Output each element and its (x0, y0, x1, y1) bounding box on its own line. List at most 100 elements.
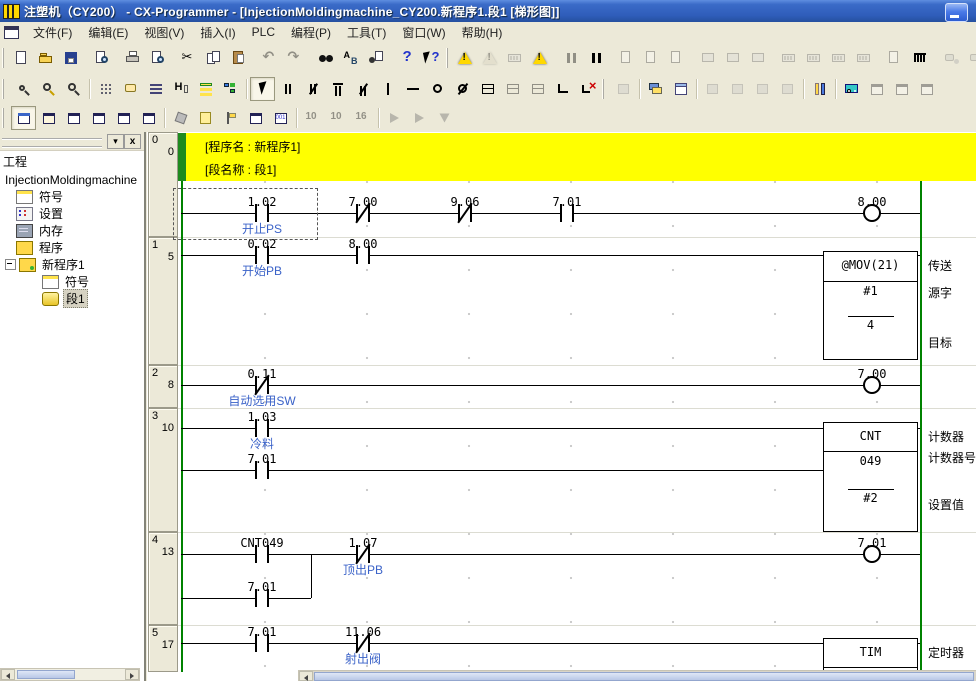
line-delete-button[interactable] (575, 77, 600, 101)
diff-monitor-button[interactable] (745, 46, 770, 70)
monitor-mode-button[interactable] (826, 46, 851, 70)
io-comment-button[interactable] (168, 106, 193, 130)
select-tool-button[interactable] (250, 77, 275, 101)
instruction-block[interactable]: CNT049#2 (823, 422, 918, 532)
scrollbar-thumb[interactable] (314, 672, 974, 681)
new-coil-button[interactable] (425, 77, 450, 101)
go-forward-button[interactable] (407, 106, 432, 130)
set-value-button[interactable] (750, 77, 775, 101)
new-instruction-button[interactable] (475, 77, 500, 101)
change-all-button[interactable] (363, 46, 388, 70)
rung-margin-cell[interactable]: 413 (148, 532, 178, 625)
tree-item-programs[interactable]: 程序 (16, 239, 142, 256)
new-contact-button[interactable] (275, 77, 300, 101)
scroll-left-button[interactable] (1, 669, 15, 680)
print-button[interactable] (120, 46, 145, 70)
tree-item-program-symbols[interactable]: 符号 (42, 273, 142, 290)
work-online-button[interactable] (614, 46, 639, 70)
transfer-2-button[interactable] (963, 46, 976, 70)
program-mode-button[interactable] (776, 46, 801, 70)
redo-button[interactable] (282, 46, 307, 70)
upload-button[interactable] (664, 46, 689, 70)
find-button[interactable] (313, 46, 338, 70)
scroll-right-button[interactable] (125, 669, 139, 680)
zoom-in-button[interactable] (61, 77, 86, 101)
instruction-block[interactable]: TIM045 (823, 638, 918, 672)
watch-window-button[interactable] (839, 77, 864, 101)
zoom-out-button[interactable] (11, 77, 36, 101)
cross-reference-button[interactable] (914, 77, 939, 101)
tree-expander-minus[interactable] (5, 259, 16, 270)
comment-toggle-button[interactable] (118, 77, 143, 101)
menu-item-4[interactable]: 插入(I) (192, 22, 243, 43)
copy-button[interactable] (201, 46, 226, 70)
mdi-child-icon[interactable] (4, 26, 19, 39)
instruction-block[interactable]: @MOV(21)#14 (823, 251, 918, 360)
ladder-view-button[interactable] (907, 46, 932, 70)
scroll-left-button[interactable] (299, 671, 313, 681)
new-file-button[interactable] (8, 46, 33, 70)
force-cancel-button[interactable] (775, 77, 800, 101)
io-table-button[interactable] (668, 77, 693, 101)
rung-comment-banner[interactable]: [程序名 : 新程序1][段名称 : 段1] (178, 133, 976, 181)
step-run-button[interactable] (882, 46, 907, 70)
open-file-button[interactable] (33, 46, 58, 70)
online-edit-button[interactable] (502, 46, 527, 70)
scrollbar-thumb[interactable] (17, 670, 75, 679)
pause-button[interactable] (583, 46, 608, 70)
symbol-table-button[interactable] (193, 106, 218, 130)
go-to-rung-button[interactable] (432, 106, 457, 130)
compile-all-button[interactable] (477, 46, 502, 70)
new-closed-coil-button[interactable] (450, 77, 475, 101)
replace-button[interactable] (338, 46, 363, 70)
pause-marker-button[interactable] (558, 46, 583, 70)
menu-item-7[interactable]: 工具(T) (339, 22, 394, 43)
cut-button[interactable] (176, 46, 201, 70)
rung-annotation-button[interactable] (143, 77, 168, 101)
hex-button[interactable] (350, 106, 375, 130)
tree-item-memory[interactable]: 内存 (16, 222, 142, 239)
run-mode-button[interactable] (851, 46, 876, 70)
new-closed-contact-button[interactable] (300, 77, 325, 101)
rung-margin-cell[interactable]: 28 (148, 365, 178, 408)
workspace-close-button[interactable]: x (124, 134, 141, 149)
menu-item-1[interactable]: 文件(F) (25, 22, 80, 43)
menu-item-9[interactable]: 帮助(H) (454, 22, 511, 43)
reference-toggle-button[interactable] (86, 106, 111, 130)
tree-item-new-program-1[interactable]: 新程序1 (5, 256, 142, 273)
monitor-io-button[interactable] (168, 77, 193, 101)
address-reference-button[interactable] (807, 77, 832, 101)
download-button[interactable] (639, 46, 664, 70)
rung-margin-cell[interactable]: 15 (148, 237, 178, 365)
rung-wrap-button[interactable] (193, 77, 218, 101)
menu-item-6[interactable]: 编程(P) (283, 22, 339, 43)
properties-button[interactable] (136, 106, 161, 130)
minimize-button[interactable] (945, 3, 968, 22)
force-off-button[interactable] (725, 77, 750, 101)
new-block-instruction-button[interactable] (525, 77, 550, 101)
force-on-button[interactable] (700, 77, 725, 101)
output-toggle-button[interactable] (36, 106, 61, 130)
zoom-custom-button[interactable] (36, 77, 61, 101)
section-list-button[interactable] (218, 106, 243, 130)
file-compare-button[interactable] (89, 46, 114, 70)
print-preview-button[interactable] (145, 46, 170, 70)
monitor-2-button[interactable] (720, 46, 745, 70)
rung-margin-cell[interactable]: 517 (148, 625, 178, 672)
workspace-dropdown-button[interactable]: ▾ (107, 134, 124, 149)
rung-margin-cell[interactable]: 310 (148, 408, 178, 532)
debug-mode-button[interactable] (801, 46, 826, 70)
symbol-tree-button[interactable] (218, 77, 243, 101)
undo-button[interactable] (257, 46, 282, 70)
monitor-button[interactable] (695, 46, 720, 70)
menu-item-5[interactable]: PLC (244, 23, 283, 41)
compile-button[interactable] (452, 46, 477, 70)
local-window-button[interactable] (111, 106, 136, 130)
new-closed-or-contact-button[interactable] (350, 77, 375, 101)
save-button[interactable] (58, 46, 83, 70)
dialog-edit-button[interactable] (243, 106, 268, 130)
layers-button[interactable] (643, 77, 668, 101)
tree-item-symbols[interactable]: 符号 (16, 188, 142, 205)
new-inverted-instruction-button[interactable] (500, 77, 525, 101)
horizontal-line-button[interactable] (400, 77, 425, 101)
